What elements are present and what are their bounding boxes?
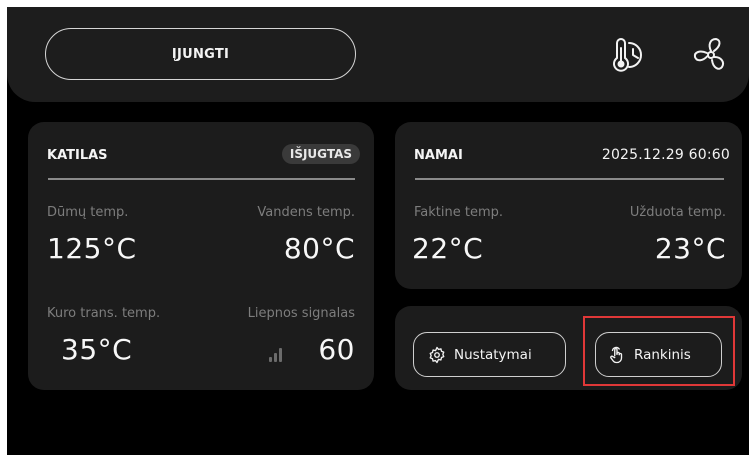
actions-card: Nustatymai Rankinis <box>395 306 742 390</box>
fan-icon[interactable] <box>690 34 732 76</box>
actual-temp-value: 22°C <box>412 232 484 265</box>
app-screen: ĮJUNGTI KATILAS IŠJUGTAS Dūmų temp. 125° <box>7 7 749 455</box>
fuel-temp-label: Kuro trans. temp. <box>47 306 161 321</box>
home-title: NAMAI <box>414 148 463 163</box>
boiler-title: KATILAS <box>47 148 108 163</box>
gear-icon <box>429 346 445 363</box>
power-on-button[interactable]: ĮJUNGTI <box>45 28 356 80</box>
thermometer-clock-icon[interactable] <box>607 34 649 76</box>
flame-signal-label: Liepnos signalas <box>247 306 355 321</box>
water-temp-label: Vandens temp. <box>257 205 355 220</box>
settings-button-label: Nustatymai <box>454 346 532 363</box>
manual-button[interactable]: Rankinis <box>595 332 722 377</box>
home-divider <box>415 178 724 180</box>
boiler-divider <box>48 178 355 180</box>
set-temp-label: Užduota temp. <box>629 205 726 220</box>
manual-button-label: Rankinis <box>634 346 691 363</box>
water-temp-value: 80°C <box>283 232 355 265</box>
datetime: 2025.12.29 60:60 <box>601 147 730 163</box>
status-badge: IŠJUGTAS <box>281 144 360 164</box>
top-bar: ĮJUNGTI <box>7 7 749 102</box>
home-card: NAMAI 2025.12.29 60:60 Faktine temp. 22°… <box>395 122 742 289</box>
flame-signal-value: 60 <box>318 333 355 366</box>
hand-touch-icon <box>610 346 623 363</box>
fuel-temp-value: 35°C <box>61 333 133 366</box>
set-temp-value: 23°C <box>654 232 726 265</box>
boiler-card: KATILAS IŠJUGTAS Dūmų temp. 125°C Vanden… <box>28 122 374 390</box>
smoke-temp-value: 125°C <box>47 232 137 265</box>
actual-temp-label: Faktine temp. <box>414 205 504 220</box>
settings-button[interactable]: Nustatymai <box>413 332 566 377</box>
signal-bars-icon <box>269 348 285 362</box>
smoke-temp-label: Dūmų temp. <box>47 205 129 220</box>
